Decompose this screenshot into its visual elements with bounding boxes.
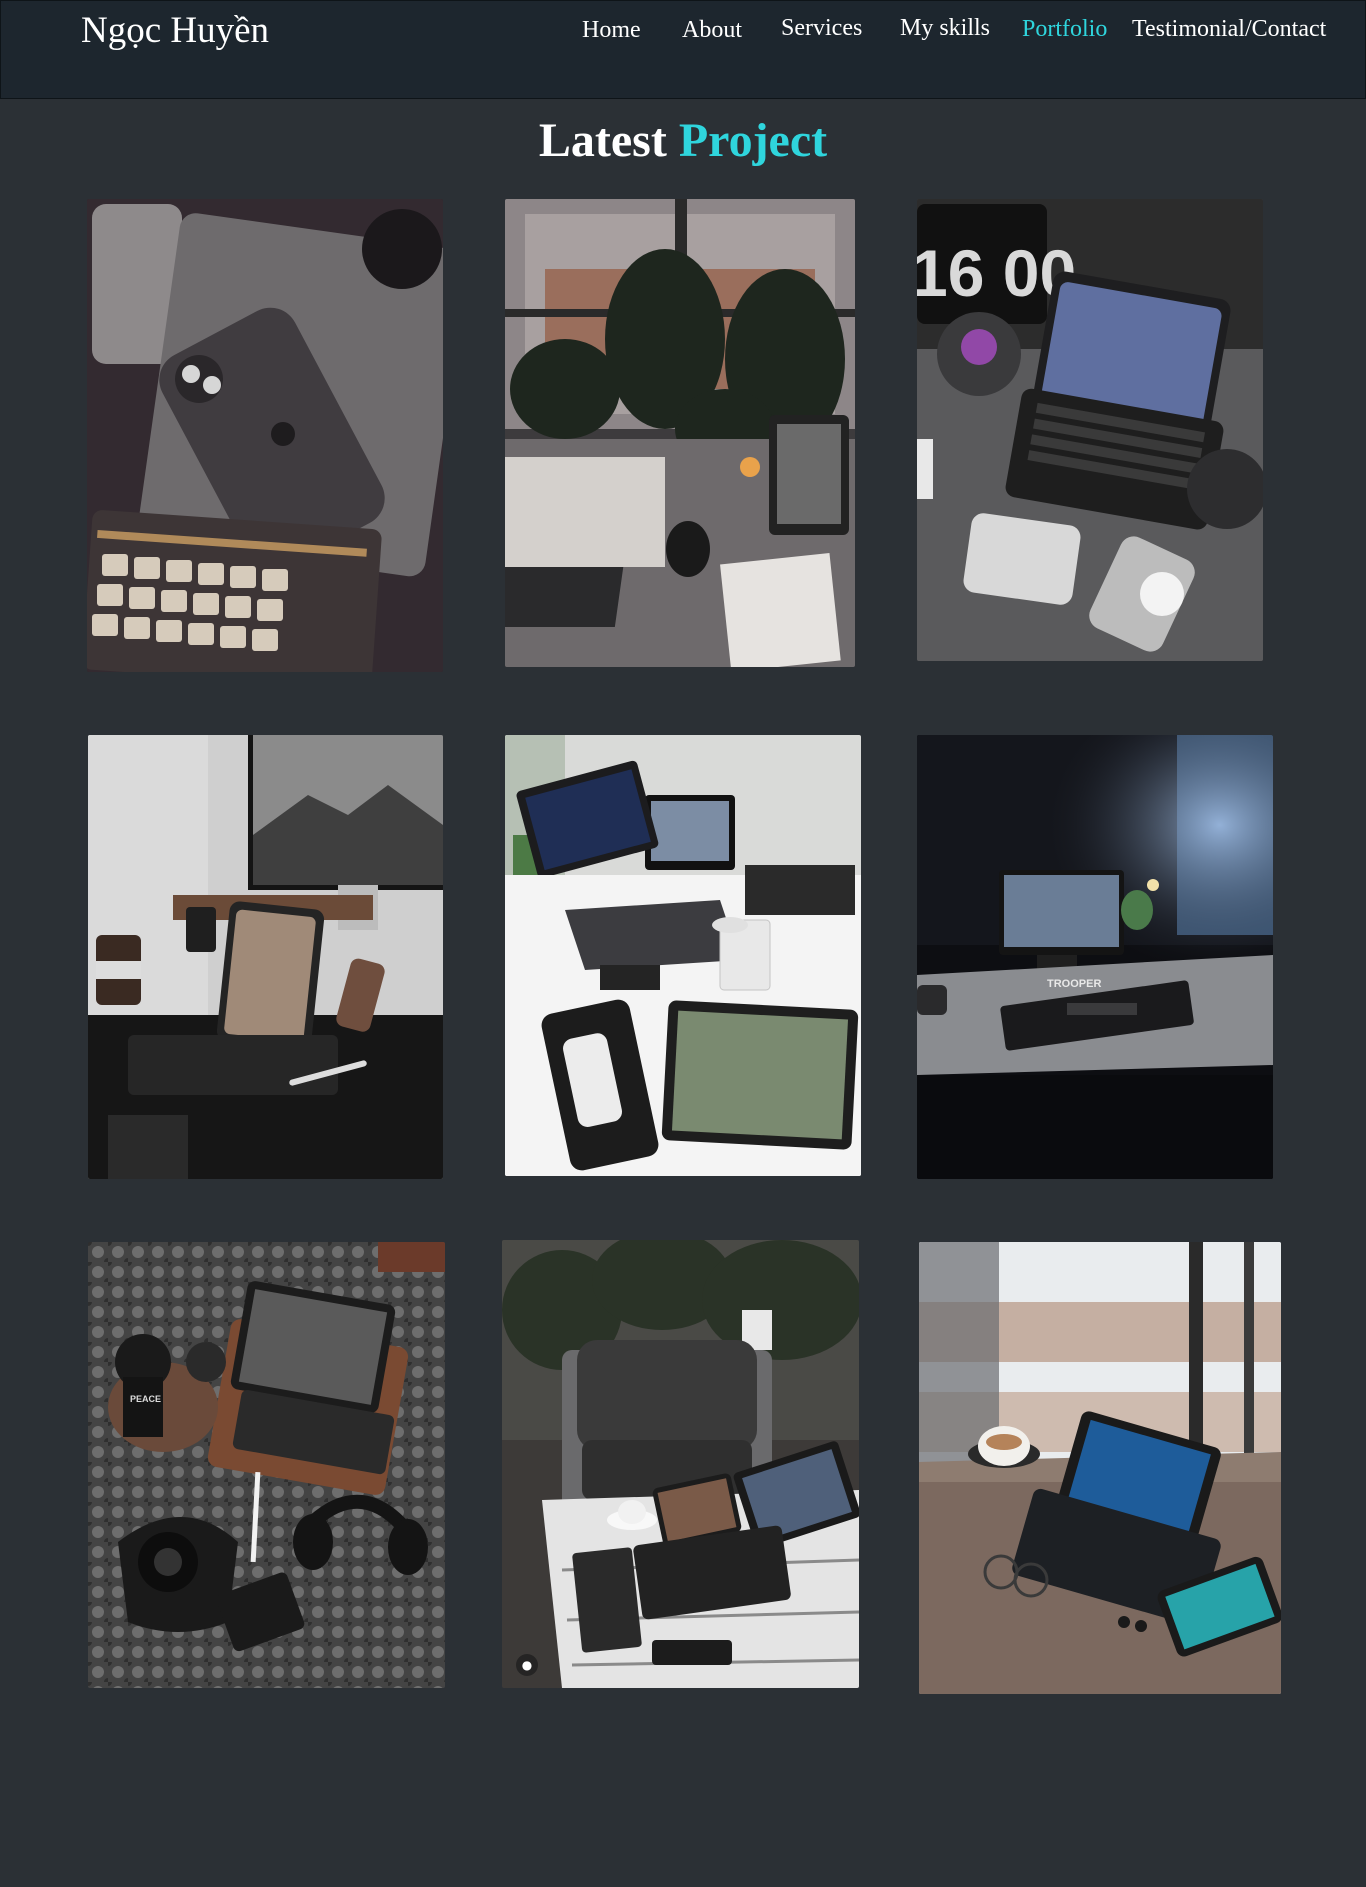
project-image-4[interactable] xyxy=(88,735,443,1179)
project-image-5[interactable] xyxy=(505,735,861,1176)
nav-my-skills[interactable]: My skills xyxy=(900,15,990,42)
user-icon: ● xyxy=(516,1654,538,1676)
site-header: Ngọc Huyền Home About Services My skills… xyxy=(0,0,1366,99)
title-plain: Latest xyxy=(538,114,667,167)
dark-gaming-desk-image: TROOPER xyxy=(917,735,1273,1179)
mug-text: PEACE xyxy=(130,1394,161,1404)
white-desk-laptop-image xyxy=(505,735,861,1176)
camera-tablet-blanket-image: PEACE xyxy=(88,1242,445,1688)
project-image-1[interactable] xyxy=(87,199,443,672)
project-image-6[interactable]: TROOPER xyxy=(917,735,1273,1179)
iphone-ipad-desk-image xyxy=(87,199,443,672)
nav-about[interactable]: About xyxy=(682,17,742,44)
project-image-9[interactable] xyxy=(919,1242,1281,1694)
imac-ipad-desk-image xyxy=(88,735,443,1179)
project-image-2[interactable] xyxy=(505,199,855,667)
ipad-clock-desk-image: 16 00 xyxy=(917,199,1263,661)
nav-portfolio[interactable]: Portfolio xyxy=(1022,16,1107,43)
main-nav: Home About Services My skills Portfolio … xyxy=(1,15,1366,51)
window-laptop-coffee-image xyxy=(919,1242,1281,1694)
patio-laptop-coffee-image xyxy=(502,1240,859,1688)
project-image-3[interactable]: 16 00 xyxy=(917,199,1263,661)
nav-home[interactable]: Home xyxy=(582,17,641,44)
project-image-7[interactable]: PEACE xyxy=(88,1242,445,1688)
title-accent: Project xyxy=(678,114,828,167)
mat-text: TROOPER xyxy=(1047,978,1101,990)
project-image-8[interactable]: ● xyxy=(502,1240,859,1688)
section-title: Latest Project xyxy=(0,113,1366,168)
nav-services[interactable]: Services xyxy=(781,15,862,42)
plants-laptop-desk-image xyxy=(505,199,855,667)
nav-testimonial-contact[interactable]: Testimonial/Contact xyxy=(1132,16,1326,43)
